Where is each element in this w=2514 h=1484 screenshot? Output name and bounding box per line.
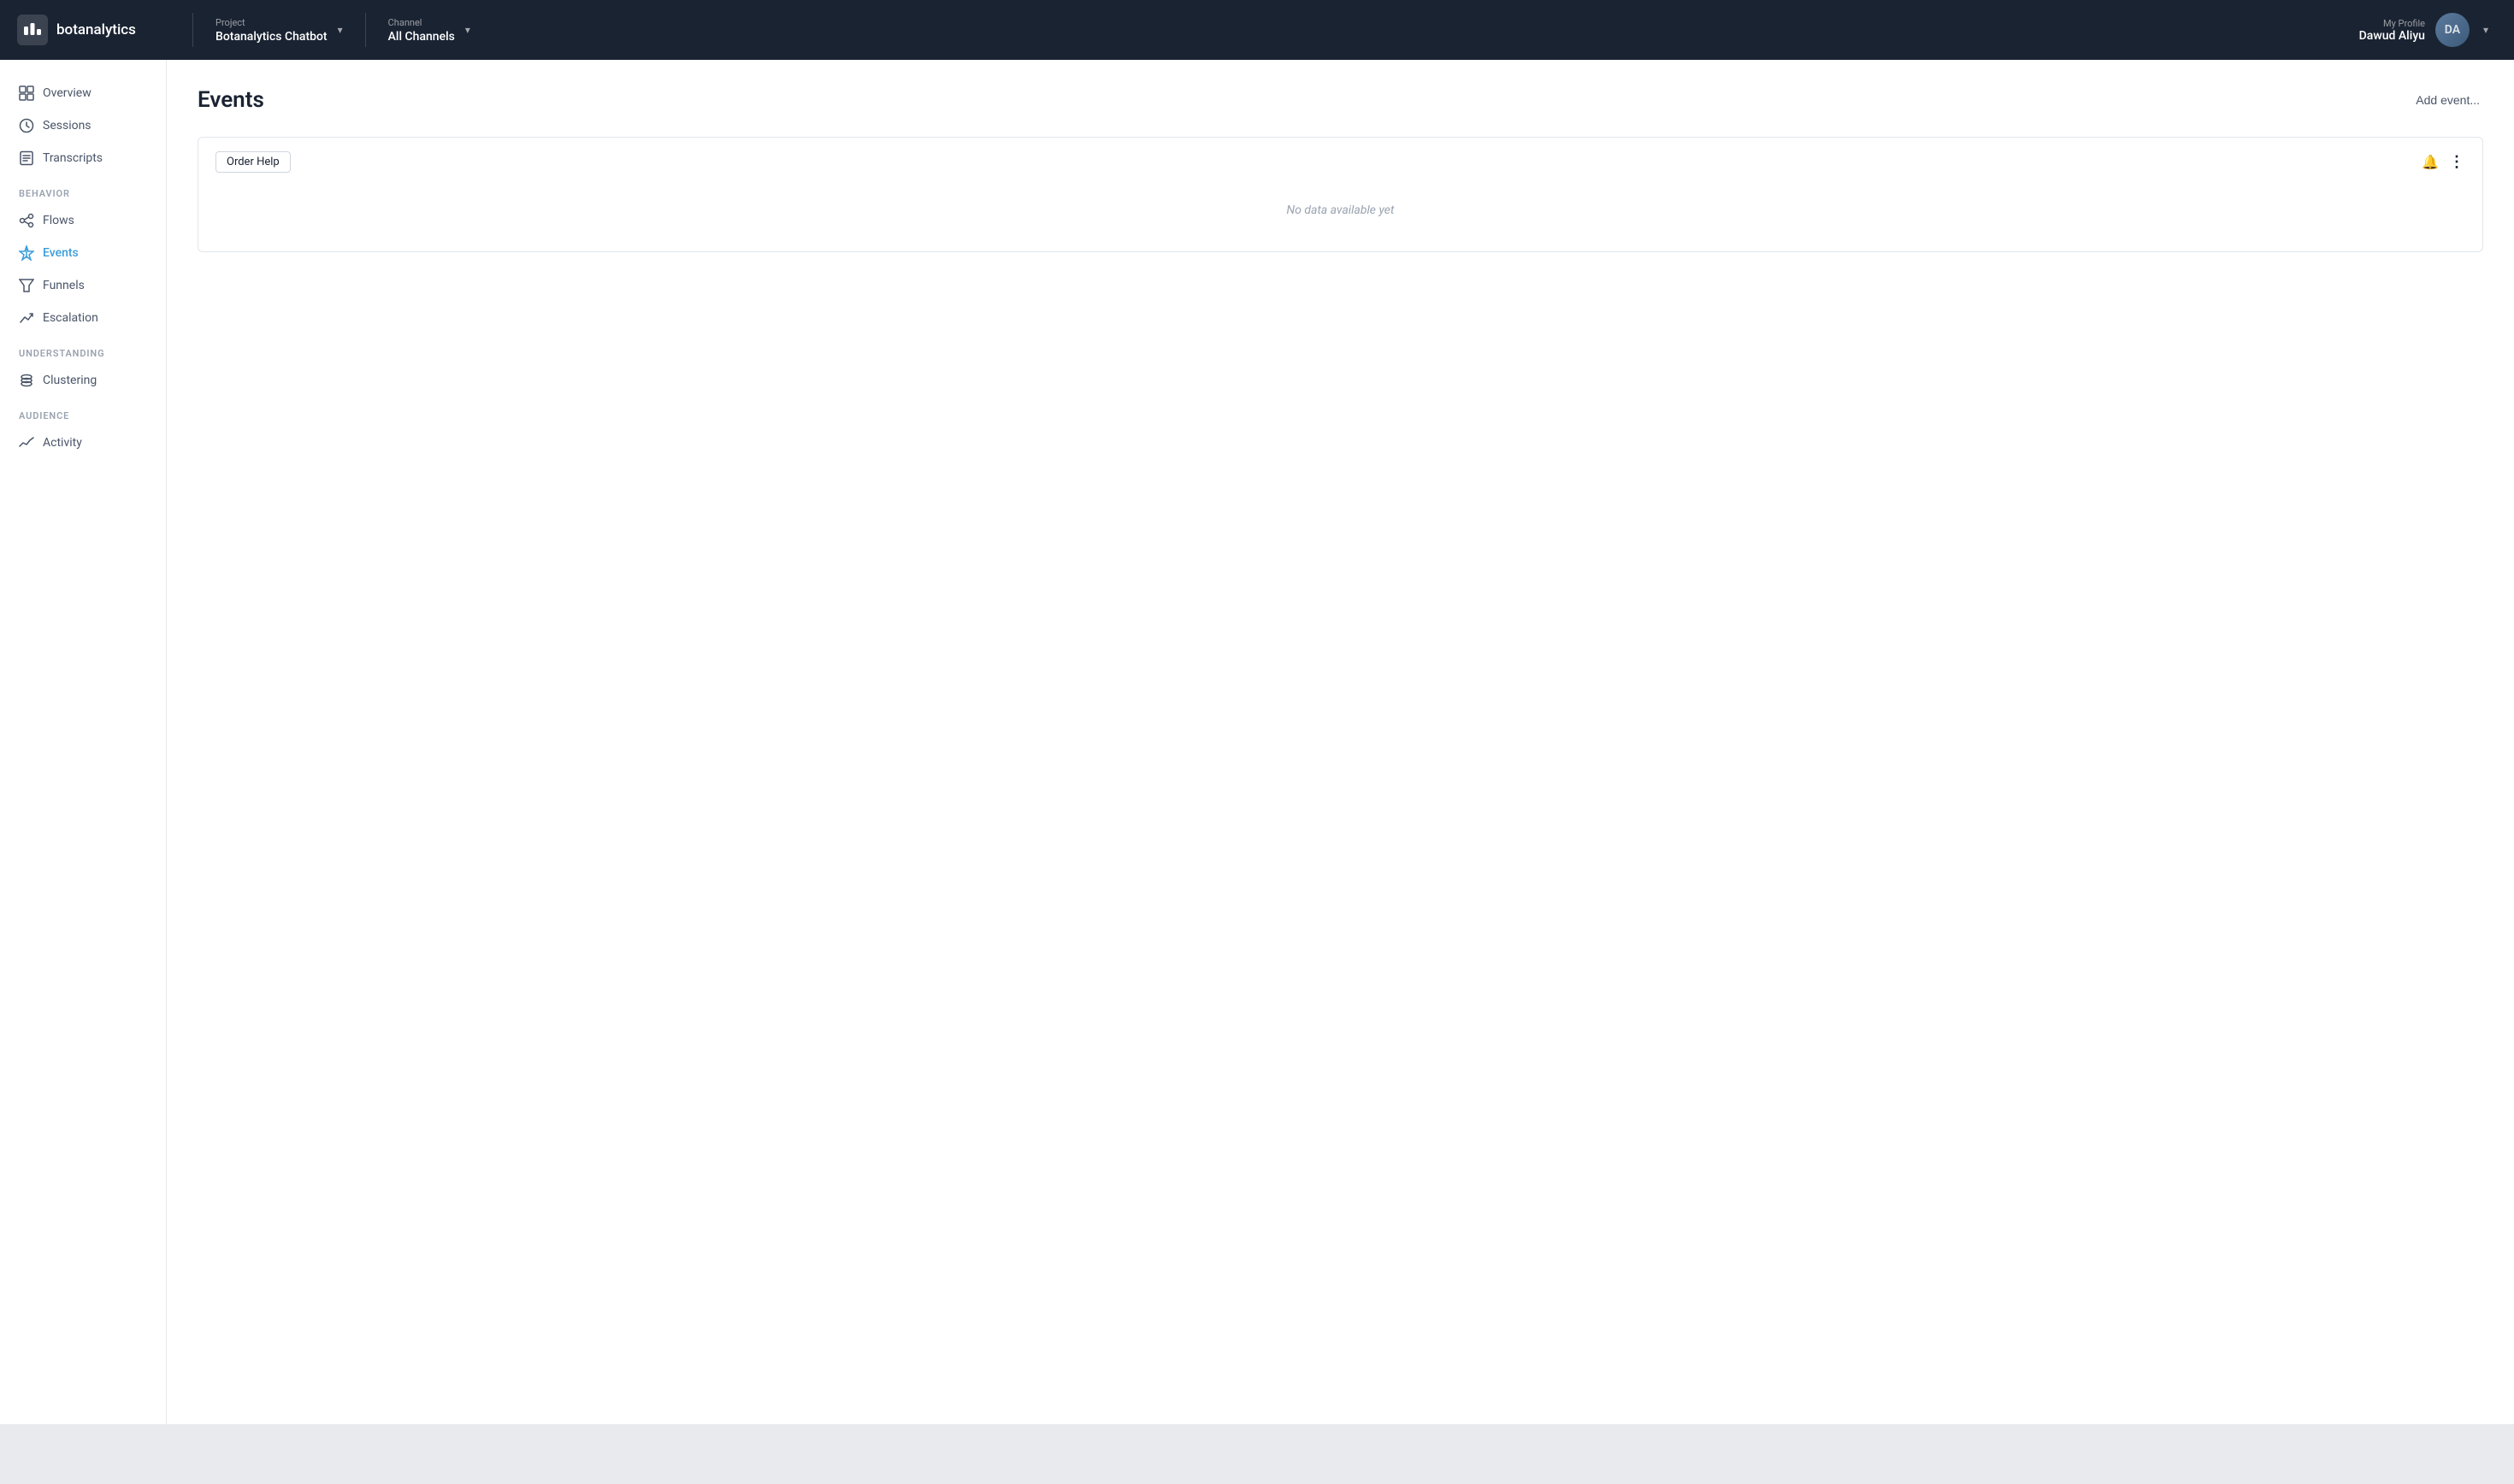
flows-icon bbox=[19, 213, 34, 228]
brand-name: botanalytics bbox=[56, 21, 136, 38]
nav-divider-2 bbox=[365, 13, 366, 47]
event-card-header: Order Help 🔔 ⋮ bbox=[215, 151, 2465, 173]
clustering-icon bbox=[19, 373, 34, 388]
brand-logo-area: botanalytics bbox=[17, 15, 184, 45]
channel-dropdown[interactable]: Channel All Channels ▾ bbox=[375, 10, 528, 50]
overview-icon bbox=[19, 85, 34, 101]
sidebar-item-escalation-label: Escalation bbox=[43, 311, 98, 325]
sidebar-item-sessions-label: Sessions bbox=[43, 119, 91, 132]
sidebar: Overview Sessions Transcripts bbox=[0, 60, 167, 1424]
sidebar-item-transcripts[interactable]: Transcripts bbox=[0, 142, 166, 174]
page-header: Events Add event... bbox=[198, 87, 2483, 113]
event-card: Order Help 🔔 ⋮ No data available yet bbox=[198, 137, 2483, 252]
channel-label: Channel bbox=[388, 17, 455, 28]
app-body: Overview Sessions Transcripts bbox=[0, 60, 2514, 1424]
sidebar-item-flows-label: Flows bbox=[43, 214, 74, 227]
project-chevron-icon: ▾ bbox=[338, 24, 343, 36]
nav-divider-1 bbox=[192, 13, 193, 47]
project-dropdown[interactable]: Project Botanalytics Chatbot ▾ bbox=[202, 10, 357, 50]
sidebar-item-overview[interactable]: Overview bbox=[0, 77, 166, 109]
avatar: DA bbox=[2435, 13, 2470, 47]
sidebar-item-escalation[interactable]: Escalation bbox=[0, 302, 166, 334]
profile-name: Dawud Aliyu bbox=[2359, 29, 2425, 43]
transcripts-icon bbox=[19, 150, 34, 166]
event-card-actions: 🔔 ⋮ bbox=[2422, 153, 2465, 171]
profile-dropdown[interactable]: My Profile Dawud Aliyu DA ▾ bbox=[2351, 8, 2497, 52]
botanalytics-logo-icon bbox=[17, 15, 48, 45]
behavior-section-label: BEHAVIOR bbox=[0, 174, 166, 204]
project-label: Project bbox=[215, 17, 328, 28]
profile-chevron-icon: ▾ bbox=[2483, 24, 2488, 36]
no-data-message: No data available yet bbox=[215, 183, 2465, 238]
understanding-section-label: UNDERSTANDING bbox=[0, 334, 166, 364]
add-event-button[interactable]: Add event... bbox=[2412, 88, 2483, 112]
bell-icon[interactable]: 🔔 bbox=[2422, 154, 2439, 170]
sidebar-item-activity-label: Activity bbox=[43, 436, 82, 450]
project-value: Botanalytics Chatbot bbox=[215, 30, 328, 44]
funnels-icon bbox=[19, 278, 34, 293]
sidebar-item-flows[interactable]: Flows bbox=[0, 204, 166, 237]
channel-value: All Channels bbox=[388, 30, 455, 44]
events-icon bbox=[19, 245, 34, 261]
more-options-icon[interactable]: ⋮ bbox=[2449, 153, 2465, 171]
sidebar-item-clustering[interactable]: Clustering bbox=[0, 364, 166, 397]
sidebar-item-funnels-label: Funnels bbox=[43, 279, 85, 292]
sidebar-item-activity[interactable]: Activity bbox=[0, 427, 166, 459]
sidebar-item-clustering-label: Clustering bbox=[43, 374, 97, 387]
channel-chevron-icon: ▾ bbox=[465, 24, 470, 36]
escalation-icon bbox=[19, 310, 34, 326]
event-tag: Order Help bbox=[215, 151, 291, 173]
profile-label: My Profile bbox=[2359, 18, 2425, 29]
sidebar-item-events-label: Events bbox=[43, 246, 79, 260]
sessions-icon bbox=[19, 118, 34, 133]
activity-icon bbox=[19, 435, 34, 450]
main-content: Events Add event... Order Help 🔔 ⋮ No da… bbox=[167, 60, 2514, 1424]
sidebar-item-funnels[interactable]: Funnels bbox=[0, 269, 166, 302]
top-navigation: botanalytics Project Botanalytics Chatbo… bbox=[0, 0, 2514, 60]
sidebar-item-overview-label: Overview bbox=[43, 86, 91, 100]
sidebar-item-sessions[interactable]: Sessions bbox=[0, 109, 166, 142]
sidebar-item-events[interactable]: Events bbox=[0, 237, 166, 269]
page-title: Events bbox=[198, 87, 264, 113]
audience-section-label: AUDIENCE bbox=[0, 397, 166, 427]
sidebar-item-transcripts-label: Transcripts bbox=[43, 151, 103, 165]
